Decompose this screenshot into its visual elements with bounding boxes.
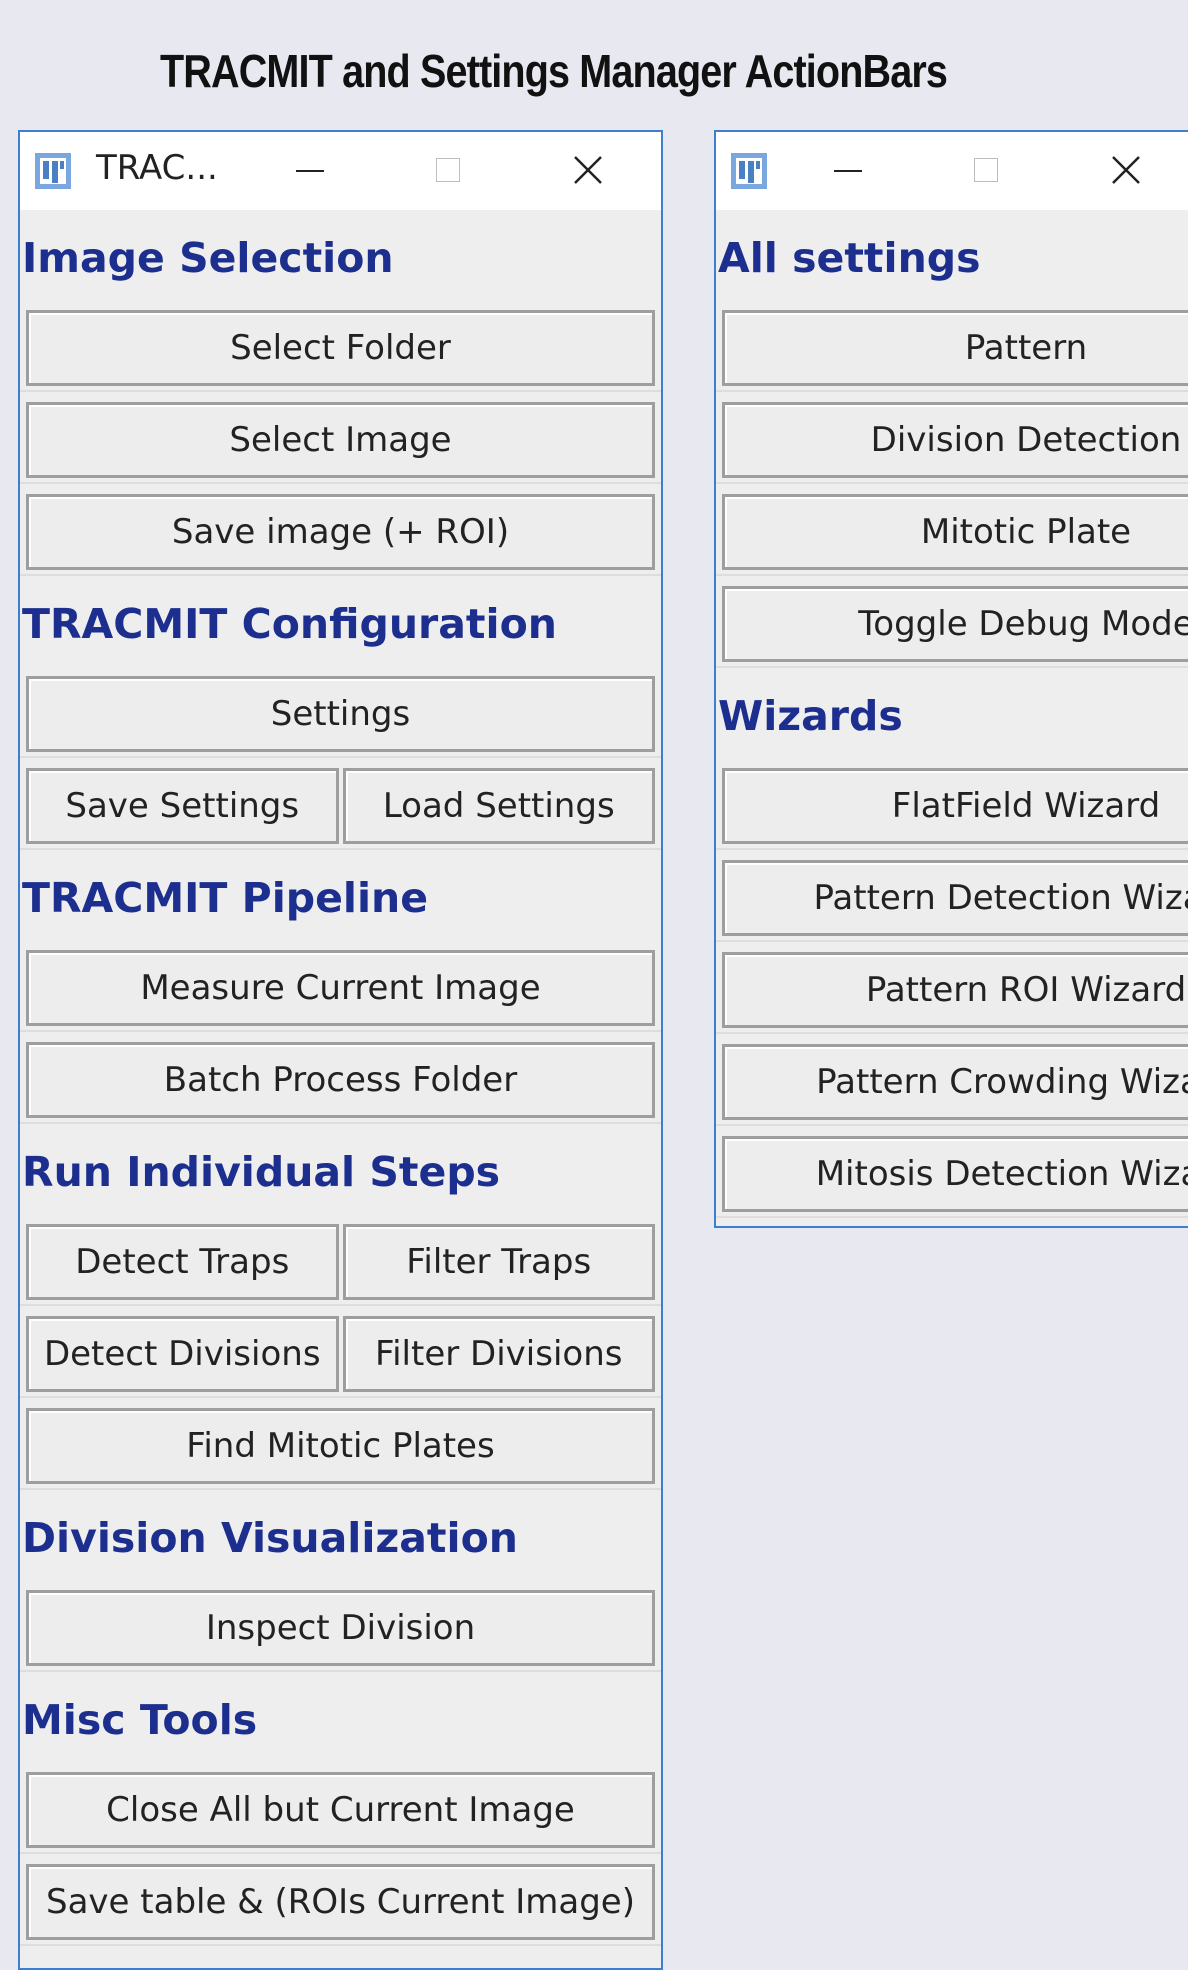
button-row: Pattern	[716, 300, 1188, 392]
button-row: Save image (+ ROI)	[20, 484, 661, 576]
pattern-crowding-wizard-button[interactable]: Pattern Crowding Wizard	[722, 1044, 1188, 1120]
pattern-button[interactable]: Pattern	[722, 310, 1188, 386]
title-bar[interactable]: TRAC...	[20, 132, 661, 210]
button-row: Mitotic Plate	[716, 484, 1188, 576]
button-row: Pattern Crowding Wizard	[716, 1034, 1188, 1126]
button-row: Batch Process Folder	[20, 1032, 661, 1124]
detect-divisions-button[interactable]: Detect Divisions	[26, 1316, 339, 1392]
button-row: Detect Traps Filter Traps	[20, 1214, 661, 1306]
close-icon[interactable]	[1106, 150, 1146, 190]
button-row: Select Image	[20, 392, 661, 484]
filter-divisions-button[interactable]: Filter Divisions	[342, 1316, 655, 1392]
batch-process-folder-button[interactable]: Batch Process Folder	[26, 1042, 655, 1118]
load-settings-button[interactable]: Load Settings	[342, 768, 655, 844]
section-heading-tracmit-configuration: TRACMIT Configuration	[22, 600, 557, 648]
toggle-debug-mode-button[interactable]: Toggle Debug Mode	[722, 586, 1188, 662]
close-all-but-current-image-button[interactable]: Close All but Current Image	[26, 1772, 655, 1848]
save-table-rois-current-image-button[interactable]: Save table & (ROIs Current Image)	[26, 1864, 655, 1940]
save-settings-button[interactable]: Save Settings	[26, 768, 339, 844]
imagej-icon	[731, 153, 767, 189]
mitosis-detection-wizard-button[interactable]: Mitosis Detection Wizard	[722, 1136, 1188, 1212]
button-row: Close All but Current Image	[20, 1762, 661, 1854]
inspect-division-button[interactable]: Inspect Division	[26, 1590, 655, 1666]
button-row: Division Detection	[716, 392, 1188, 484]
save-image-roi-button[interactable]: Save image (+ ROI)	[26, 494, 655, 570]
button-row: Mitosis Detection Wizard	[716, 1126, 1188, 1218]
imagej-icon	[35, 153, 71, 189]
button-row: Measure Current Image	[20, 940, 661, 1032]
close-icon[interactable]	[568, 150, 608, 190]
button-row: Find Mitotic Plates	[20, 1398, 661, 1490]
button-row: Toggle Debug Mode	[716, 576, 1188, 668]
section-heading-tracmit-pipeline: TRACMIT Pipeline	[22, 874, 429, 922]
section-heading-image-selection: Image Selection	[22, 234, 394, 282]
find-mitotic-plates-button[interactable]: Find Mitotic Plates	[26, 1408, 655, 1484]
flatfield-wizard-button[interactable]: FlatField Wizard	[722, 768, 1188, 844]
pattern-detection-wizard-button[interactable]: Pattern Detection Wizard	[722, 860, 1188, 936]
detect-traps-button[interactable]: Detect Traps	[26, 1224, 339, 1300]
button-row: Pattern Detection Wizard	[716, 850, 1188, 942]
select-image-button[interactable]: Select Image	[26, 402, 655, 478]
settings-button[interactable]: Settings	[26, 676, 655, 752]
minimize-icon[interactable]	[290, 150, 330, 190]
button-row: Inspect Division	[20, 1580, 661, 1672]
division-detection-button[interactable]: Division Detection	[722, 402, 1188, 478]
mitotic-plate-button[interactable]: Mitotic Plate	[722, 494, 1188, 570]
page-title: TRACMIT and Settings Manager ActionBars	[160, 45, 948, 97]
section-heading-all-settings: All settings	[718, 234, 981, 282]
minimize-icon[interactable]	[828, 150, 868, 190]
measure-current-image-button[interactable]: Measure Current Image	[26, 950, 655, 1026]
select-folder-button[interactable]: Select Folder	[26, 310, 655, 386]
tracmit-actionbar-window: TRAC... Image Selection Select Folder Sele…	[18, 130, 663, 1970]
maximize-icon[interactable]	[966, 150, 1006, 190]
section-heading-run-individual-steps: Run Individual Steps	[22, 1148, 501, 1196]
settings-manager-window: All settings Pattern Division Detection Mit…	[714, 130, 1188, 1228]
section-heading-wizards: Wizards	[718, 692, 903, 740]
button-row: Detect Divisions Filter Divisions	[20, 1306, 661, 1398]
actionbar-panel: Image Selection Select Folder Select Image…	[20, 210, 661, 1946]
button-row: FlatField Wizard	[716, 758, 1188, 850]
section-heading-misc-tools: Misc Tools	[22, 1696, 258, 1744]
settings-panel: All settings Pattern Division Detection Mit…	[716, 210, 1188, 1218]
button-row: Save Settings Load Settings	[20, 758, 661, 850]
title-bar[interactable]	[716, 132, 1188, 210]
button-row: Pattern ROI Wizard	[716, 942, 1188, 1034]
section-heading-division-visualization: Division Visualization	[22, 1514, 518, 1562]
pattern-roi-wizard-button[interactable]: Pattern ROI Wizard	[722, 952, 1188, 1028]
button-row: Save table & (ROIs Current Image)	[20, 1854, 661, 1946]
maximize-icon[interactable]	[428, 150, 468, 190]
filter-traps-button[interactable]: Filter Traps	[342, 1224, 655, 1300]
button-row: Select Folder	[20, 300, 661, 392]
window-title: TRAC...	[96, 148, 218, 188]
button-row: Settings	[20, 666, 661, 758]
